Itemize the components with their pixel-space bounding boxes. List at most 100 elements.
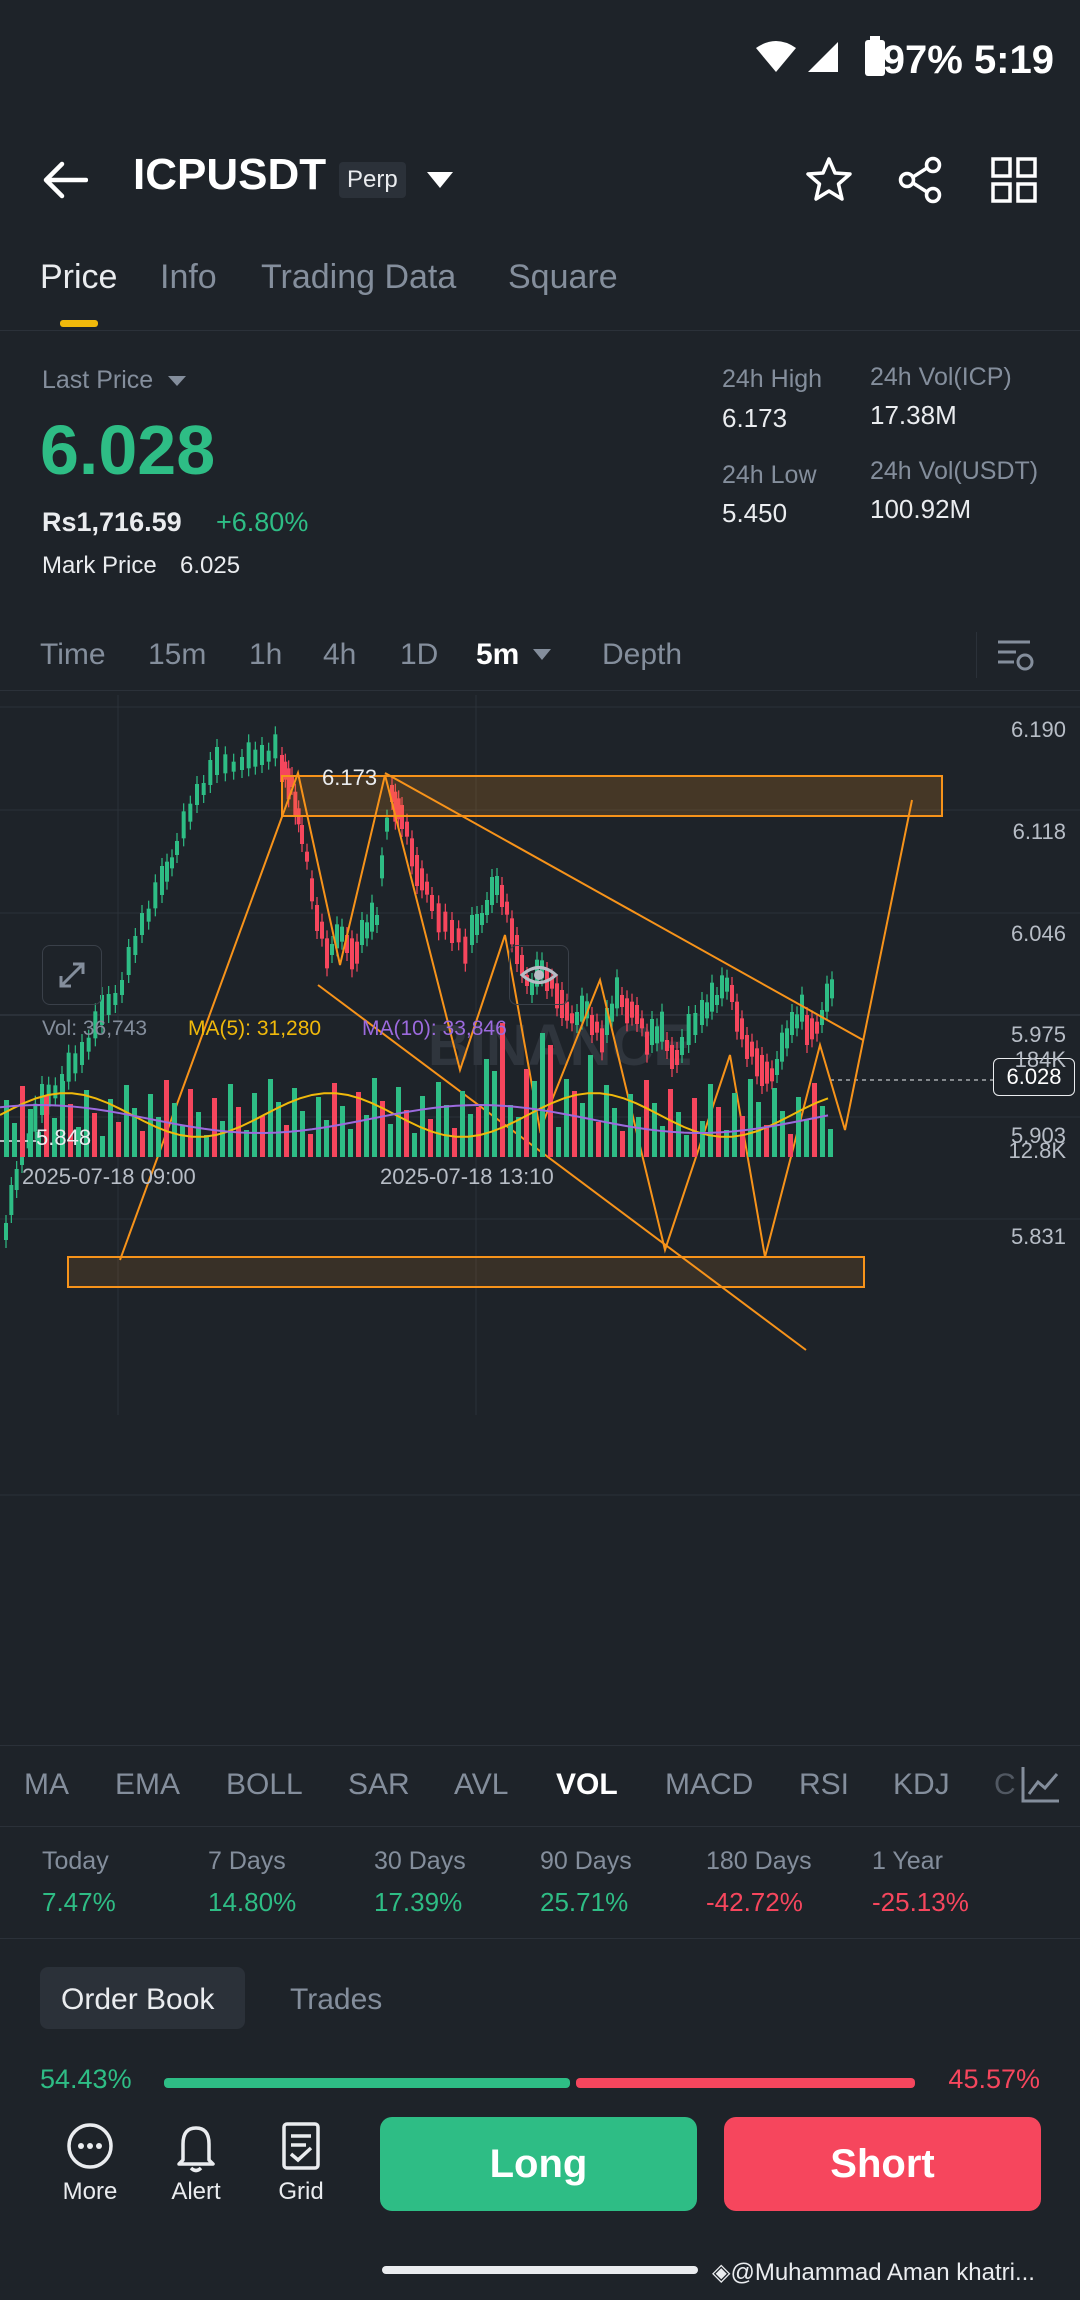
active-tab-indicator — [60, 320, 98, 327]
grid-bot-icon — [282, 2122, 320, 2170]
volume-bar — [540, 1033, 545, 1157]
volume-bar — [284, 1125, 289, 1157]
volume-bar — [436, 1082, 441, 1157]
main-tabs: Price Info Trading Data Square — [0, 250, 1080, 331]
interval-1d[interactable]: 1D — [400, 638, 438, 672]
back-arrow-icon[interactable] — [42, 160, 88, 200]
tab-trades[interactable]: Trades — [290, 1983, 382, 2017]
volume-bar — [28, 1109, 33, 1157]
candle-body — [330, 944, 334, 955]
perf-value-7d: 14.80% — [208, 1887, 297, 1917]
candle-body — [810, 1018, 814, 1040]
volume-bar — [580, 1103, 585, 1157]
candle-body — [640, 1018, 644, 1029]
last-price-selector[interactable]: Last Price — [42, 366, 188, 395]
candle-body — [700, 1000, 704, 1025]
status-text: 97% 5:19 — [882, 38, 1054, 82]
candle-body — [120, 980, 124, 995]
volume-bar — [164, 1080, 169, 1157]
candle-body — [133, 936, 138, 955]
more-label[interactable]: More — [45, 2178, 135, 2206]
interval-5m[interactable]: 5m — [476, 638, 519, 672]
volume-bar — [572, 1091, 577, 1157]
volume-bar — [764, 1125, 769, 1157]
indicator-ema[interactable]: EMA — [115, 1768, 180, 1802]
pair-symbol[interactable]: ICPUSDT — [133, 150, 326, 200]
interval-dropdown-icon[interactable] — [532, 648, 552, 662]
candle-body — [370, 902, 374, 932]
candle-body — [380, 855, 384, 879]
candle-body — [730, 985, 734, 1002]
candle-body — [456, 928, 461, 943]
tab-square[interactable]: Square — [508, 258, 618, 297]
candle-body — [630, 1001, 634, 1018]
candle-body — [310, 878, 314, 902]
indicator-boll[interactable]: BOLL — [226, 1768, 303, 1802]
interval-time[interactable]: Time — [40, 638, 106, 672]
indicator-kdj[interactable]: KDJ — [893, 1768, 950, 1802]
star-favorite-icon[interactable] — [805, 156, 853, 204]
grid-button[interactable] — [256, 2120, 346, 2179]
share-icon[interactable] — [897, 156, 945, 204]
candle-body — [600, 1028, 604, 1053]
candle-body — [463, 936, 468, 964]
interval-15m[interactable]: 15m — [148, 638, 206, 672]
indicator-macd[interactable]: MACD — [665, 1768, 753, 1802]
indicator-ma[interactable]: MA — [24, 1768, 69, 1802]
more-button[interactable] — [45, 2120, 135, 2179]
mark-price-label: Mark Price — [42, 552, 157, 579]
indicator-chart-icon[interactable] — [1020, 1764, 1062, 1804]
volume-bar — [724, 1130, 729, 1157]
visibility-toggle[interactable] — [509, 945, 569, 1005]
candle-body — [106, 994, 111, 1015]
candle-body — [181, 811, 186, 839]
volume-bar — [4, 1100, 9, 1157]
indicator-rsi[interactable]: RSI — [799, 1768, 849, 1802]
grid-label[interactable]: Grid — [256, 2178, 346, 2206]
volume-bar — [492, 1071, 497, 1157]
indicator-vol[interactable]: VOL — [556, 1768, 618, 1802]
indicator-sar[interactable]: SAR — [348, 1768, 410, 1802]
volume-bar — [500, 1023, 505, 1157]
candle-body — [470, 915, 474, 945]
candle-body — [505, 901, 509, 915]
long-button[interactable]: Long — [380, 2117, 697, 2211]
candle-body — [620, 995, 624, 1007]
candle-body — [215, 747, 219, 775]
high-24h-label: 24h High — [722, 365, 823, 393]
candle-body — [725, 977, 729, 992]
candle-body — [436, 903, 441, 933]
interval-depth[interactable]: Depth — [602, 638, 682, 672]
alert-button[interactable] — [151, 2120, 241, 2179]
perf-value-1y: -25.13% — [872, 1887, 969, 1917]
fullscreen-button[interactable] — [42, 945, 102, 1005]
volume-bar — [244, 1130, 249, 1157]
candlestick-chart[interactable]: BINANCE — [0, 695, 1080, 1740]
candle-body — [320, 921, 324, 939]
interval-4h[interactable]: 4h — [323, 638, 356, 672]
volume-bar — [460, 1091, 465, 1157]
volume-bar — [692, 1098, 697, 1157]
tab-price[interactable]: Price — [40, 258, 117, 297]
grid-layout-icon[interactable] — [990, 156, 1038, 204]
eye-icon — [519, 966, 559, 984]
candle-body — [430, 895, 434, 911]
candle-body — [195, 784, 199, 805]
candle-body — [610, 1003, 614, 1022]
indicator-more[interactable]: C — [994, 1768, 1016, 1802]
candle-body — [165, 861, 169, 882]
chart-area[interactable]: BINANCE 6.190 6.118 6.046 5.975 5.903 5.… — [0, 695, 1080, 1740]
indicator-avl[interactable]: AVL — [454, 1768, 508, 1802]
pair-dropdown-icon[interactable] — [425, 170, 455, 190]
alert-label[interactable]: Alert — [151, 2178, 241, 2206]
tab-info[interactable]: Info — [160, 258, 217, 297]
short-button[interactable]: Short — [724, 2117, 1041, 2211]
y-axis-label: 5.831 — [1010, 1224, 1066, 1249]
candle-body — [208, 760, 213, 785]
candle-body — [201, 783, 206, 795]
interval-1h[interactable]: 1h — [249, 638, 282, 672]
chart-settings-icon[interactable] — [996, 638, 1036, 674]
tab-order-book[interactable]: Order Book — [61, 1983, 214, 2017]
tab-trading-data[interactable]: Trading Data — [261, 258, 456, 297]
last-price-value: 6.028 — [40, 411, 216, 489]
